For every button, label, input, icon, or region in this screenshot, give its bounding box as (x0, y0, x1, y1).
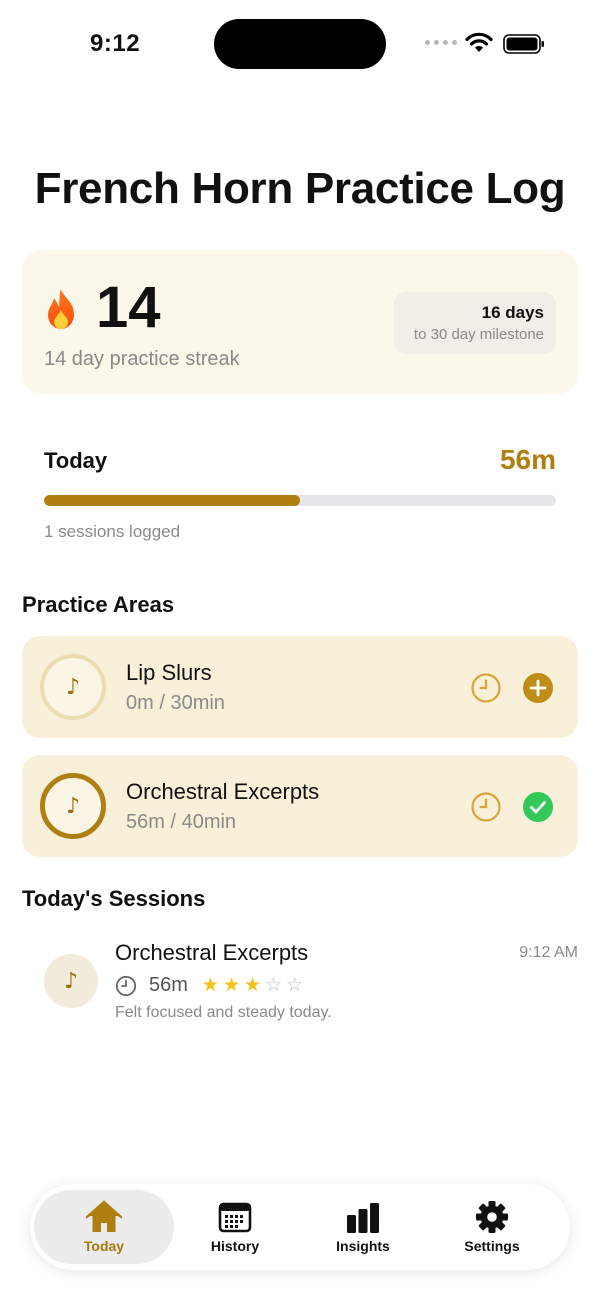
timer-clock-icon[interactable] (470, 672, 502, 704)
tab-label: Today (83, 1238, 125, 1254)
page-title: French Horn Practice Log (34, 164, 566, 213)
practice-area-card[interactable]: ♪ Lip Slurs 0m / 30min (22, 636, 578, 738)
milestone-badge: 16 days to 30 day milestone (394, 292, 556, 354)
practice-area-card[interactable]: ♪ Orchestral Excerpts 56m / 40min (22, 755, 578, 857)
tab-settings[interactable]: Settings (422, 1190, 562, 1264)
calendar-icon (218, 1202, 252, 1233)
house-icon (86, 1200, 122, 1232)
session-list-item[interactable]: ♪ Orchestral Excerpts 9:12 AM 56m ★ ★ ★ ☆ ☆ … (22, 936, 578, 1036)
session-avatar: ♪ (44, 954, 98, 1008)
gear-icon (476, 1201, 508, 1233)
cellular-signal-icon (425, 40, 457, 45)
star-filled-icon: ★ (201, 974, 219, 996)
todays-sessions-heading: Today's Sessions (22, 886, 206, 911)
tab-today[interactable]: Today (34, 1190, 174, 1264)
streak-count: 14 (96, 275, 161, 340)
tab-label: Insights (336, 1238, 390, 1254)
area-progress-ring: ♪ (40, 773, 106, 839)
session-note: Felt focused and steady today. (115, 1004, 332, 1021)
flame-icon (48, 289, 74, 329)
star-empty-icon: ☆ (286, 974, 304, 996)
practice-areas-heading: Practice Areas (22, 592, 175, 617)
milestone-label: to 30 day milestone (413, 326, 544, 343)
star-filled-icon: ★ (244, 974, 262, 996)
area-progress: 0m / 30min (126, 692, 225, 714)
today-label: Today (44, 448, 108, 473)
session-time: 9:12 AM (519, 944, 578, 961)
tab-bar: Today History Insights Settings (30, 1184, 570, 1270)
area-progress-ring: ♪ (40, 654, 106, 720)
streak-card: 14 14 day practice streak 16 days to 30 … (22, 250, 578, 394)
streak-caption: 14 day practice streak (44, 348, 240, 370)
status-time: 9:12 (90, 30, 141, 57)
music-note-icon: ♪ (65, 793, 81, 819)
tab-history[interactable]: History (165, 1190, 305, 1264)
timer-clock-icon[interactable] (470, 791, 502, 823)
session-rating: ★ ★ ★ ☆ ☆ (201, 974, 307, 996)
add-session-icon[interactable] (522, 672, 554, 704)
tab-label: Settings (464, 1238, 520, 1254)
today-minutes: 56m (499, 444, 556, 475)
clock-icon (115, 975, 137, 996)
star-filled-icon: ★ (222, 974, 240, 996)
bar-chart-icon (347, 1203, 379, 1233)
sessions-logged-count: 1 sessions logged (44, 522, 181, 541)
session-title: Orchestral Excerpts (115, 940, 309, 965)
tab-insights[interactable]: Insights (293, 1190, 433, 1264)
milestone-days: 16 days (481, 303, 544, 322)
session-meta: 56m ★ ★ ★ ☆ ☆ (115, 974, 307, 997)
daily-progress-bar (44, 495, 556, 506)
music-note-icon: ♪ (65, 674, 81, 700)
status-bar: 9:12 (0, 0, 600, 90)
tab-label: History (210, 1238, 260, 1254)
session-duration: 56m (149, 974, 188, 996)
star-empty-icon: ☆ (265, 974, 283, 996)
daily-progress-fill (44, 495, 300, 506)
area-progress: 56m / 40min (126, 811, 237, 833)
completed-check-icon[interactable] (522, 791, 554, 823)
battery-icon (503, 34, 544, 54)
music-note-icon: ♪ (63, 968, 79, 994)
area-name: Orchestral Excerpts (126, 779, 320, 804)
dynamic-island (214, 19, 386, 69)
wifi-icon (465, 32, 493, 52)
area-name: Lip Slurs (126, 660, 212, 685)
